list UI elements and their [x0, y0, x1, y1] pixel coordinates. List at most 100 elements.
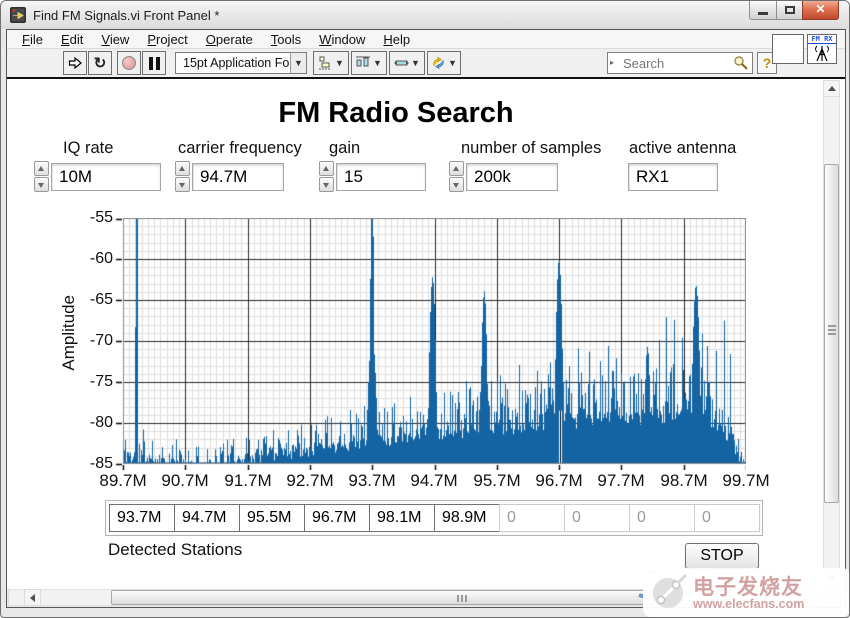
increment-icon[interactable] [34, 161, 49, 176]
spectrum-plot [115, 218, 746, 470]
x-tick-label: 90.7M [152, 471, 218, 491]
active-antenna-input[interactable]: RX1 [628, 163, 718, 191]
gain-spinner[interactable] [319, 161, 335, 193]
search-box[interactable]: ▸ [607, 52, 753, 74]
labview-vi-icon [10, 7, 26, 23]
x-tick-label: 96.7M [526, 471, 592, 491]
arrow-left-icon [30, 594, 35, 602]
x-tick-label: 94.7M [401, 471, 467, 491]
run-continuously-icon: ↻ [94, 54, 107, 72]
pause-button[interactable] [142, 51, 166, 75]
stop-button[interactable]: STOP [685, 543, 759, 569]
search-input[interactable] [621, 54, 726, 72]
increment-icon[interactable] [175, 161, 190, 176]
number-of-samples-label: number of samples [461, 139, 601, 158]
close-button[interactable]: ✕ [802, 1, 839, 20]
x-tick-label: 91.7M [215, 471, 281, 491]
menu-project[interactable]: Project [138, 32, 196, 47]
icon-pane-blank [772, 34, 804, 64]
font-selector-value: 15pt Application Font [183, 56, 300, 70]
menu-edit[interactable]: Edit [52, 32, 92, 47]
menu-file[interactable]: File [13, 32, 52, 47]
increment-icon[interactable] [449, 161, 464, 176]
pause-icon [149, 57, 160, 70]
title-bar[interactable]: Find FM Signals.vi Front Panel * ✕ [1, 1, 849, 29]
menu-help[interactable]: Help [374, 32, 419, 47]
resize-objects-button[interactable]: ▼ [389, 51, 425, 75]
run-button[interactable] [63, 51, 87, 75]
search-icon[interactable] [733, 55, 749, 71]
page-title: FM Radio Search [226, 97, 566, 130]
station-cell-empty[interactable]: 0 [564, 504, 630, 532]
maximize-button[interactable] [776, 1, 803, 20]
gain-label: gain [329, 139, 360, 158]
window-title: Find FM Signals.vi Front Panel * [33, 8, 219, 23]
carrier-frequency-input[interactable]: 94.7M [192, 163, 284, 191]
decrement-icon[interactable] [449, 177, 464, 192]
toolbar: ↻ 15pt Application Font ▼ ▼ [7, 49, 845, 77]
y-tick-label: -60 [71, 250, 113, 268]
arrow-up-icon [828, 86, 836, 91]
number-of-samples-spinner[interactable] [449, 161, 465, 193]
number-of-samples-input[interactable]: 200k [466, 163, 558, 191]
active-antenna-label: active antenna [629, 139, 736, 158]
menu-operate[interactable]: Operate [197, 32, 262, 47]
minimize-icon [758, 12, 768, 15]
scroll-left-button[interactable] [24, 589, 41, 606]
y-tick-label: -65 [71, 291, 113, 309]
run-arrow-icon [67, 55, 83, 71]
reorder-icon [431, 56, 446, 70]
iq-rate-spinner[interactable] [34, 161, 50, 193]
station-cell-empty[interactable]: 0 [499, 504, 565, 532]
station-cell-empty[interactable]: 0 [694, 504, 760, 532]
reorder-objects-button[interactable]: ▼ [427, 51, 461, 75]
antenna-icon [808, 44, 836, 63]
distribute-objects-button[interactable]: ▼ [351, 51, 387, 75]
minimize-button[interactable] [749, 1, 777, 20]
increment-icon[interactable] [319, 161, 334, 176]
align-objects-button[interactable]: ▼ [313, 51, 349, 75]
x-tick-label: 99.7M [713, 471, 779, 491]
carrier-frequency-label: carrier frequency [178, 139, 302, 158]
abort-icon [122, 56, 136, 70]
station-cell[interactable]: 98.9M [434, 504, 500, 532]
station-cell[interactable]: 98.1M [369, 504, 435, 532]
menu-tools[interactable]: Tools [262, 32, 310, 47]
menu-view[interactable]: View [92, 32, 138, 47]
decrement-icon[interactable] [319, 177, 334, 192]
vertical-scrollbar-thumb[interactable] [824, 164, 839, 503]
chevron-down-icon: ▼ [373, 58, 382, 68]
menu-window[interactable]: Window [310, 32, 374, 47]
x-tick-label: 97.7M [588, 471, 654, 491]
scroll-up-button[interactable] [823, 80, 840, 97]
abort-button[interactable] [117, 51, 141, 75]
watermark-url: www.elecfans.com [693, 597, 804, 611]
watermark: 电子发烧友 www.elecfans.com [643, 568, 850, 617]
vi-icon-pane[interactable]: FM RX [807, 34, 837, 64]
distribute-objects-icon [356, 56, 371, 70]
x-tick-label: 95.7M [464, 471, 530, 491]
search-scope-icon[interactable]: ▸ [610, 58, 614, 67]
y-tick-label: -70 [71, 332, 113, 350]
detected-stations-array: 93.7M 94.7M 95.5M 96.7M 98.1M 98.9M 0 0 … [105, 500, 763, 536]
station-cell[interactable]: 96.7M [304, 504, 370, 532]
station-cell-empty[interactable]: 0 [629, 504, 695, 532]
decrement-icon[interactable] [34, 177, 49, 192]
run-continuously-button[interactable]: ↻ [88, 51, 112, 75]
align-objects-icon [318, 56, 333, 70]
carrier-frequency-spinner[interactable] [175, 161, 191, 193]
iq-rate-input[interactable]: 10M [51, 163, 161, 191]
gain-input[interactable]: 15 [336, 163, 426, 191]
station-cell[interactable]: 93.7M [109, 504, 175, 532]
x-tick-label: 89.7M [90, 471, 156, 491]
resize-objects-icon [394, 56, 409, 70]
x-tick-label: 93.7M [339, 471, 405, 491]
station-cell[interactable]: 94.7M [174, 504, 240, 532]
chevron-down-icon: ▼ [448, 58, 457, 68]
decrement-icon[interactable] [175, 177, 190, 192]
chevron-down-icon[interactable]: ▼ [290, 53, 306, 73]
y-tick-label: -55 [71, 209, 113, 227]
station-cell[interactable]: 95.5M [239, 504, 305, 532]
font-selector[interactable]: 15pt Application Font ▼ [175, 52, 307, 74]
x-tick-label: 98.7M [651, 471, 717, 491]
